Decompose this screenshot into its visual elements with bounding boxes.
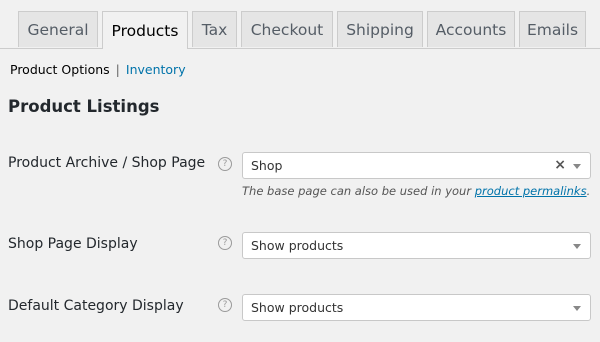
help-icon[interactable]: ? — [218, 298, 232, 312]
section-subnav: Product Options | Inventory — [10, 62, 186, 77]
subnav-separator: | — [115, 62, 120, 77]
chevron-down-icon — [573, 306, 581, 311]
tab-general[interactable]: General — [18, 11, 98, 47]
subnav-inventory-link[interactable]: Inventory — [126, 62, 186, 77]
description-suffix: . — [586, 184, 591, 198]
shop-display-label: Shop Page Display — [8, 236, 138, 252]
settings-tabs: General Products Tax Checkout Shipping A… — [0, 0, 600, 49]
shop-page-select[interactable]: Shop × — [242, 152, 591, 179]
help-icon[interactable]: ? — [218, 236, 232, 250]
tab-shipping[interactable]: Shipping — [337, 11, 423, 47]
chevron-down-icon — [573, 244, 581, 249]
description-text: The base page can also be used in your — [242, 184, 475, 198]
shop-display-value: Show products — [251, 238, 344, 253]
shop-page-description: The base page can also be used in your p… — [242, 184, 590, 198]
tab-checkout[interactable]: Checkout — [241, 11, 333, 47]
subnav-product-options[interactable]: Product Options — [10, 62, 110, 77]
category-display-label: Default Category Display — [8, 298, 184, 314]
tab-accounts[interactable]: Accounts — [427, 11, 515, 47]
shop-page-value: Shop — [251, 158, 283, 173]
tab-products[interactable]: Products — [102, 11, 188, 49]
category-display-select[interactable]: Show products — [242, 294, 591, 321]
product-permalinks-link[interactable]: product permalinks — [475, 184, 587, 198]
tab-emails[interactable]: Emails — [519, 11, 586, 47]
section-title: Product Listings — [8, 97, 160, 116]
clear-selection-icon[interactable]: × — [554, 157, 566, 173]
shop-display-select[interactable]: Show products — [242, 232, 591, 259]
category-display-value: Show products — [251, 300, 344, 315]
shop-page-label: Product Archive / Shop Page — [8, 155, 206, 171]
tab-tax[interactable]: Tax — [192, 11, 237, 47]
chevron-down-icon — [573, 164, 581, 169]
help-icon[interactable]: ? — [218, 157, 232, 171]
